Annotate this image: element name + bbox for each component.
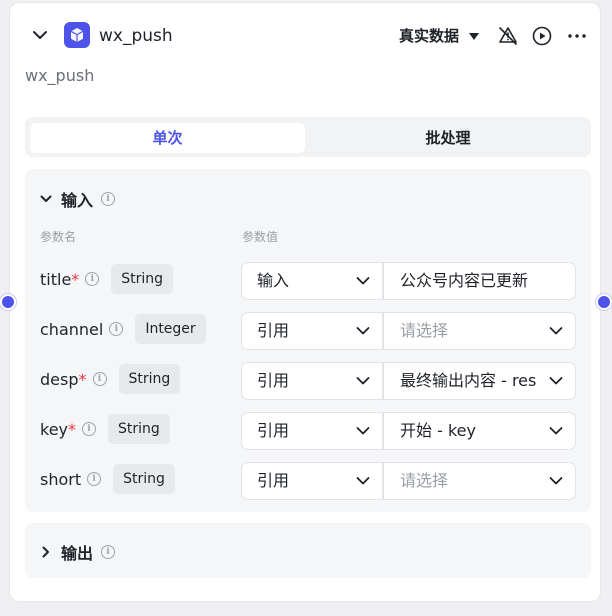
node-card: wx_push 真实数据 wx_push 单次 批处理 输入 i 参数名 参数值… [9,2,601,602]
param-name-label: key [40,419,69,439]
input-section-title: 输入 [61,191,94,210]
type-badge: String [118,364,181,394]
info-icon[interactable]: i [87,472,102,486]
reference-select[interactable]: 请选择 [383,312,576,350]
value-mode-label: 引用 [257,371,290,390]
output-section-title: 输出 [61,544,94,563]
data-mode-label: 真实数据 [399,27,460,45]
reference-select[interactable]: 开始 - key [383,412,576,450]
required-marker: * [78,369,87,389]
chevron-down-icon [356,327,370,335]
value-input[interactable]: 公众号内容已更新 [383,262,576,300]
value-mode-select[interactable]: 引用 [241,312,383,350]
reference-select[interactable]: 请选择 [383,462,576,500]
param-name: key * i String [40,409,170,449]
value-mode-label: 引用 [257,321,290,340]
value-mode-label: 引用 [257,471,290,490]
input-port[interactable] [0,294,16,310]
data-mode-dropdown[interactable]: 真实数据 [399,25,480,47]
param-row-key: key * i String 引用 开始 - key [25,409,591,450]
chevron-down-icon [356,477,370,485]
param-row-title: title * i String 输入 公众号内容已更新 [25,259,591,300]
column-label-name: 参数名 [40,230,77,244]
param-name: short i String [40,459,175,499]
value-mode-label: 输入 [257,271,290,290]
column-label-value: 参数值 [242,230,279,244]
input-section: 输入 i 参数名 参数值 title * i String 输入 公众号内容已更… [25,169,591,512]
value-text: 请选择 [400,471,449,490]
required-marker: * [68,419,77,439]
param-name-label: desp [40,369,79,389]
value-mode-select[interactable]: 输入 [241,262,383,300]
cube-icon [64,22,90,48]
chevron-down-icon [356,377,370,385]
bell-off-icon[interactable] [497,25,519,47]
node-title[interactable]: wx_push [99,25,173,47]
info-icon[interactable]: i [101,545,116,559]
output-port[interactable] [596,294,612,310]
info-icon[interactable]: i [92,372,107,386]
type-badge: String [111,264,174,294]
more-dots-icon[interactable] [566,25,588,47]
reference-select[interactable]: 最终输出内容 - res [383,362,576,400]
tab-single[interactable]: 单次 [30,123,305,153]
play-circle-icon[interactable] [531,25,553,47]
param-name: title * i String [40,259,174,299]
param-name: desp * i String [40,359,181,399]
node-description[interactable]: wx_push [25,65,94,87]
param-name-label: short [40,469,82,489]
required-marker: * [71,269,80,289]
value-mode-select[interactable]: 引用 [241,362,383,400]
value-mode-select[interactable]: 引用 [241,462,383,500]
caret-down-icon [469,32,480,40]
param-name-label: title [40,269,72,289]
value-mode-select[interactable]: 引用 [241,412,383,450]
chevron-down-icon [549,327,563,335]
type-badge: String [113,464,175,494]
value-text: 开始 - key [400,421,476,440]
output-section: 输出 i [25,523,591,578]
output-section-toggle[interactable]: 输出 i [39,540,116,564]
info-icon[interactable]: i [101,192,116,206]
param-row-channel: channel i Integer 引用 请选择 [25,309,591,350]
input-section-toggle[interactable]: 输入 i [39,187,116,211]
info-icon[interactable]: i [109,322,124,336]
value-mode-label: 引用 [257,421,290,440]
chevron-down-icon [549,377,563,385]
info-icon[interactable]: i [82,422,97,436]
run-mode-tabs: 单次 批处理 [25,117,591,157]
chevron-down-icon [356,427,370,435]
value-text: 最终输出内容 - res [400,371,537,390]
chevron-down-icon[interactable] [30,25,50,45]
value-text: 请选择 [400,321,449,340]
type-badge: String [108,414,170,444]
chevron-down-icon [356,277,370,285]
info-icon[interactable]: i [85,272,100,286]
param-row-desp: desp * i String 引用 最终输出内容 - res [25,359,591,400]
node-header: wx_push 真实数据 [10,3,600,67]
tab-batch[interactable]: 批处理 [310,123,586,153]
chevron-down-icon [549,427,563,435]
chevron-right-icon [42,546,49,558]
chevron-down-icon [40,195,52,202]
param-name-label: channel [40,319,104,339]
type-badge: Integer [135,314,206,344]
value-text: 公众号内容已更新 [400,271,529,290]
chevron-down-icon [549,477,563,485]
param-name: channel i Integer [40,309,206,349]
param-row-short: short i String 引用 请选择 [25,459,591,500]
